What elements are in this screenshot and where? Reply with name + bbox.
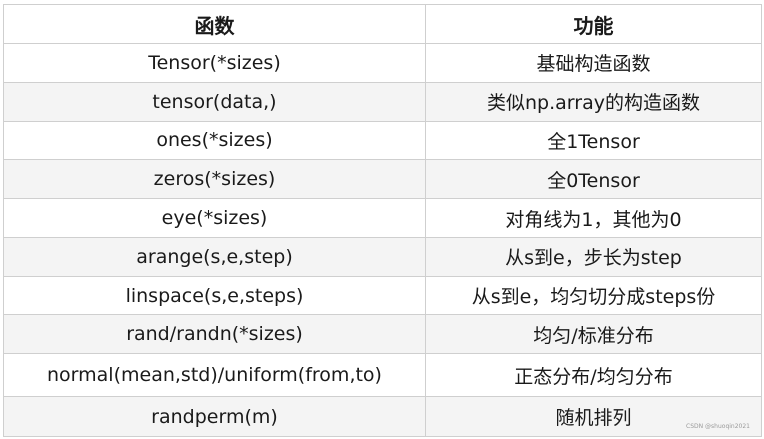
feature-cell: 均匀/标准分布 — [425, 314, 762, 355]
function-cell: zeros(*sizes) — [3, 159, 426, 200]
function-cell: randperm(m) — [3, 396, 426, 437]
feature-cell: 全1Tensor — [425, 120, 762, 161]
feature-cell: 全0Tensor — [425, 159, 762, 200]
table-row: arange(s,e,step) 从s到e，步长为step — [3, 236, 762, 277]
feature-cell: 从s到e，步长为step — [425, 236, 762, 277]
table-row: zeros(*sizes) 全0Tensor — [3, 159, 762, 200]
header-function: 函数 — [3, 4, 426, 44]
function-cell: rand/randn(*sizes) — [3, 314, 426, 355]
function-cell: eye(*sizes) — [3, 198, 426, 238]
header-feature: 功能 — [425, 4, 762, 44]
table-row: tensor(data,) 类似np.array的构造函数 — [3, 81, 762, 122]
function-cell: Tensor(*sizes) — [3, 43, 426, 83]
watermark: CSDN @shuoqin2021 — [686, 423, 750, 430]
table-row: rand/randn(*sizes) 均匀/标准分布 — [3, 314, 762, 355]
feature-cell: 正态分布/均匀分布 — [425, 353, 762, 398]
table-row: normal(mean,std)/uniform(from,to) 正态分布/均… — [3, 353, 762, 398]
feature-cell: 类似np.array的构造函数 — [425, 81, 762, 122]
table-row: linspace(s,e,steps) 从s到e，均匀切分成steps份 — [3, 275, 762, 316]
table-row: Tensor(*sizes) 基础构造函数 — [3, 43, 762, 83]
feature-cell: 对角线为1，其他为0 — [425, 198, 762, 238]
function-cell: arange(s,e,step) — [3, 236, 426, 277]
function-table: 函数 功能 Tensor(*sizes) 基础构造函数 tensor(data,… — [3, 4, 762, 437]
table-header-row: 函数 功能 — [3, 4, 762, 44]
function-cell: normal(mean,std)/uniform(from,to) — [3, 353, 426, 398]
feature-cell: 随机排列 — [425, 396, 762, 437]
table-row: ones(*sizes) 全1Tensor — [3, 120, 762, 161]
table-row: eye(*sizes) 对角线为1，其他为0 — [3, 198, 762, 238]
feature-cell: 基础构造函数 — [425, 43, 762, 83]
function-cell: linspace(s,e,steps) — [3, 275, 426, 316]
feature-cell: 从s到e，均匀切分成steps份 — [425, 275, 762, 316]
function-cell: tensor(data,) — [3, 81, 426, 122]
function-cell: ones(*sizes) — [3, 120, 426, 161]
table-row: randperm(m) 随机排列 — [3, 396, 762, 437]
